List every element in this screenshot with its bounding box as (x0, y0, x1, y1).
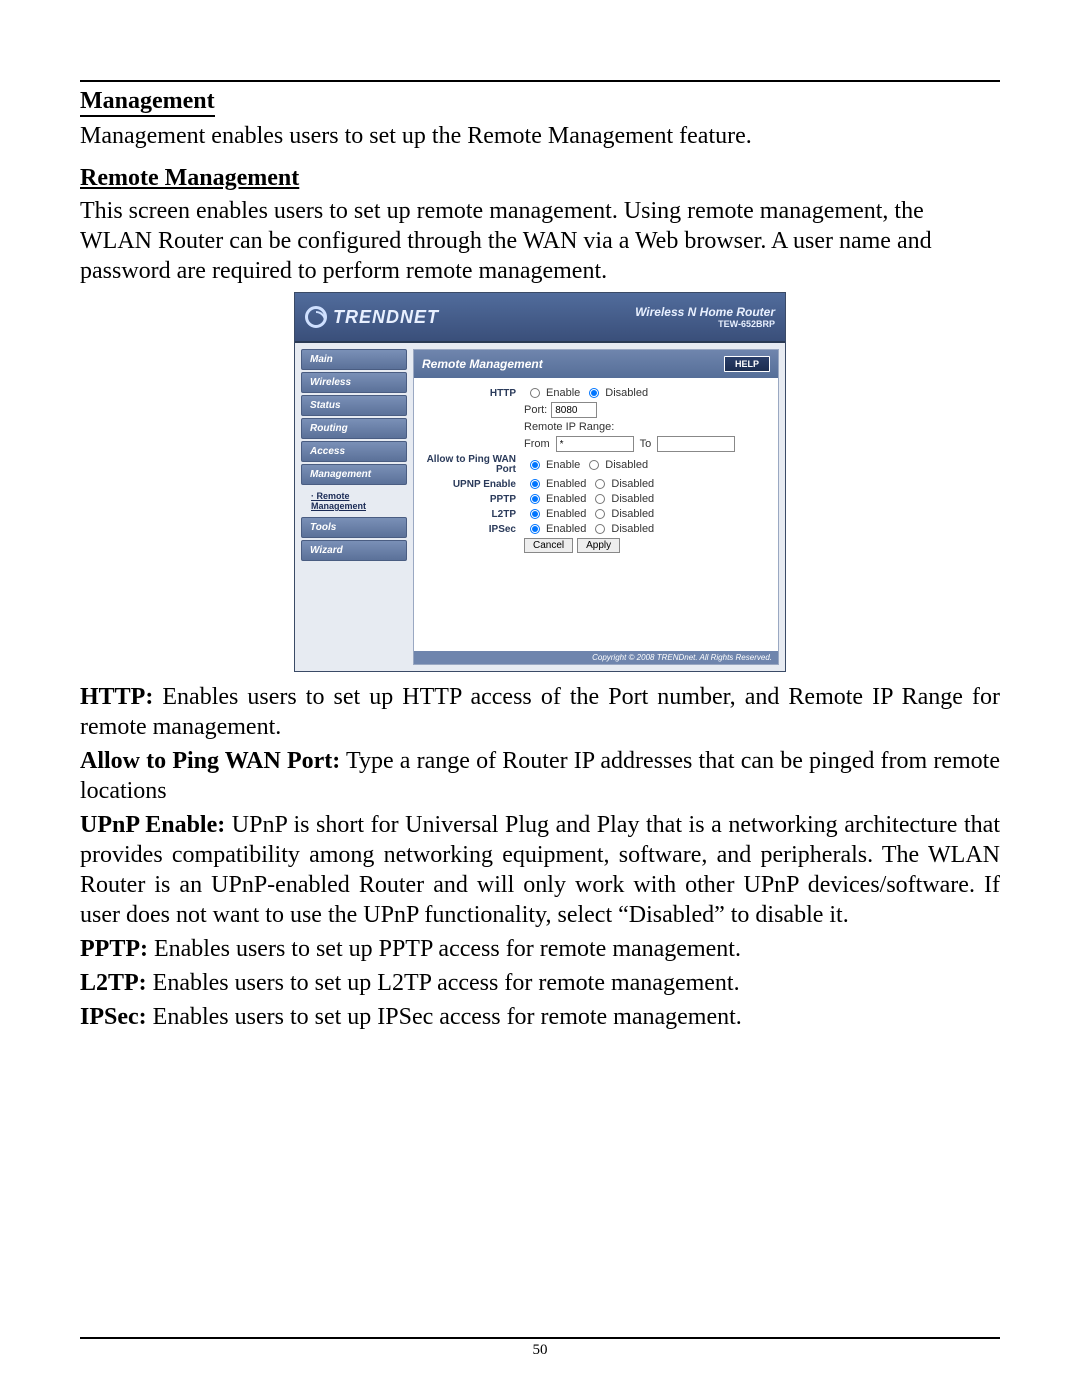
label-ipsec: IPSec (424, 524, 524, 535)
opt-disabled-5: Disabled (611, 508, 654, 520)
to-input[interactable] (657, 436, 735, 452)
router-screenshot: TRENDNET Wireless N Home Router TEW-652B… (294, 292, 786, 672)
brand-name: TRENDNET (333, 307, 439, 328)
def-pptp-key: PPTP: (80, 936, 148, 962)
ipsec-enabled-radio[interactable] (530, 524, 540, 534)
apply-button[interactable]: Apply (577, 538, 620, 553)
opt-disabled-6: Disabled (611, 523, 654, 535)
help-button[interactable]: HELP (724, 356, 770, 372)
def-l2tp-val: Enables users to set up L2TP access for … (147, 970, 740, 996)
def-ipsec: IPSec: Enables users to set up IPSec acc… (80, 1002, 1000, 1032)
def-ping-key: Allow to Ping WAN Port: (80, 748, 340, 774)
intro-paragraph: Management enables users to set up the R… (80, 121, 1000, 151)
def-ping: Allow to Ping WAN Port: Type a range of … (80, 746, 1000, 806)
opt-enabled-6: Enabled (546, 523, 586, 535)
label-upnp: UPNP Enable (424, 479, 524, 490)
def-l2tp-key: L2TP: (80, 970, 147, 996)
port-input[interactable] (551, 402, 597, 418)
nav-routing[interactable]: Routing (301, 418, 407, 439)
nav-wizard[interactable]: Wizard (301, 540, 407, 561)
opt-disabled-2: Disabled (605, 459, 648, 471)
def-http-key: HTTP: (80, 684, 153, 710)
nav-status[interactable]: Status (301, 395, 407, 416)
nav-wireless[interactable]: Wireless (301, 372, 407, 393)
rule-bottom (80, 1337, 1000, 1339)
opt-disabled-3: Disabled (611, 478, 654, 490)
l2tp-disabled-radio[interactable] (595, 509, 605, 519)
pptp-enabled-radio[interactable] (530, 494, 540, 504)
opt-enabled-4: Enabled (546, 493, 586, 505)
opt-disabled-4: Disabled (611, 493, 654, 505)
label-pptp: PPTP (424, 494, 524, 505)
nav-access[interactable]: Access (301, 441, 407, 462)
opt-enable-2: Enable (546, 459, 580, 471)
panel-title: Remote Management (422, 357, 543, 371)
label-to: To (640, 438, 652, 450)
ipsec-disabled-radio[interactable] (595, 524, 605, 534)
opt-enabled-5: Enabled (546, 508, 586, 520)
opt-disabled: Disabled (605, 387, 648, 399)
def-upnp-key: UPnP Enable: (80, 812, 225, 838)
nav-management[interactable]: Management (301, 464, 407, 485)
brand-block: TRENDNET (305, 306, 439, 328)
rule-top (80, 80, 1000, 82)
def-ipsec-key: IPSec: (80, 1004, 147, 1030)
pptp-disabled-radio[interactable] (595, 494, 605, 504)
def-http-val: Enables users to set up HTTP access of t… (80, 684, 1000, 740)
opt-enabled-3: Enabled (546, 478, 586, 490)
opt-enable: Enable (546, 387, 580, 399)
upnp-enabled-radio[interactable] (530, 479, 540, 489)
router-copyright: Copyright © 2008 TRENDnet. All Rights Re… (414, 651, 778, 664)
def-pptp: PPTP: Enables users to set up PPTP acces… (80, 934, 1000, 964)
cancel-button[interactable]: Cancel (524, 538, 573, 553)
content-panel: Remote Management HELP HTTP Enable Disab… (413, 349, 779, 665)
page-number: 50 (0, 1342, 1080, 1359)
http-enable-radio[interactable] (530, 388, 540, 398)
product-name-block: Wireless N Home Router TEW-652BRP (635, 305, 775, 329)
section-title: Management (80, 88, 215, 117)
product-name: Wireless N Home Router (635, 305, 775, 319)
def-upnp: UPnP Enable: UPnP is short for Universal… (80, 810, 1000, 930)
label-http: HTTP (424, 388, 524, 399)
sidebar: Main Wireless Status Routing Access Mana… (295, 343, 413, 671)
ping-enable-radio[interactable] (530, 460, 540, 470)
router-header: TRENDNET Wireless N Home Router TEW-652B… (295, 293, 785, 343)
sub-intro-paragraph: This screen enables users to set up remo… (80, 196, 1000, 286)
def-l2tp: L2TP: Enables users to set up L2TP acces… (80, 968, 1000, 998)
l2tp-enabled-radio[interactable] (530, 509, 540, 519)
def-http: HTTP: Enables users to set up HTTP acces… (80, 682, 1000, 742)
http-disabled-radio[interactable] (589, 388, 599, 398)
label-remote-range: Remote IP Range: (524, 421, 614, 433)
from-input[interactable] (556, 436, 634, 452)
nav-tools[interactable]: Tools (301, 517, 407, 538)
def-ipsec-val: Enables users to set up IPSec access for… (147, 1004, 742, 1030)
nav-sub-remote-management[interactable]: Remote Management (301, 487, 407, 515)
panel-header: Remote Management HELP (414, 350, 778, 378)
brand-logo-icon (305, 306, 327, 328)
label-from: From (524, 438, 550, 450)
label-ping: Allow to Ping WAN Port (424, 455, 524, 475)
subsection-title: Remote Management (80, 165, 299, 192)
ping-disabled-radio[interactable] (589, 460, 599, 470)
def-pptp-val: Enables users to set up PPTP access for … (148, 936, 741, 962)
nav-main[interactable]: Main (301, 349, 407, 370)
label-l2tp: L2TP (424, 509, 524, 520)
product-model: TEW-652BRP (635, 319, 775, 329)
upnp-disabled-radio[interactable] (595, 479, 605, 489)
label-port: Port: (524, 404, 547, 416)
